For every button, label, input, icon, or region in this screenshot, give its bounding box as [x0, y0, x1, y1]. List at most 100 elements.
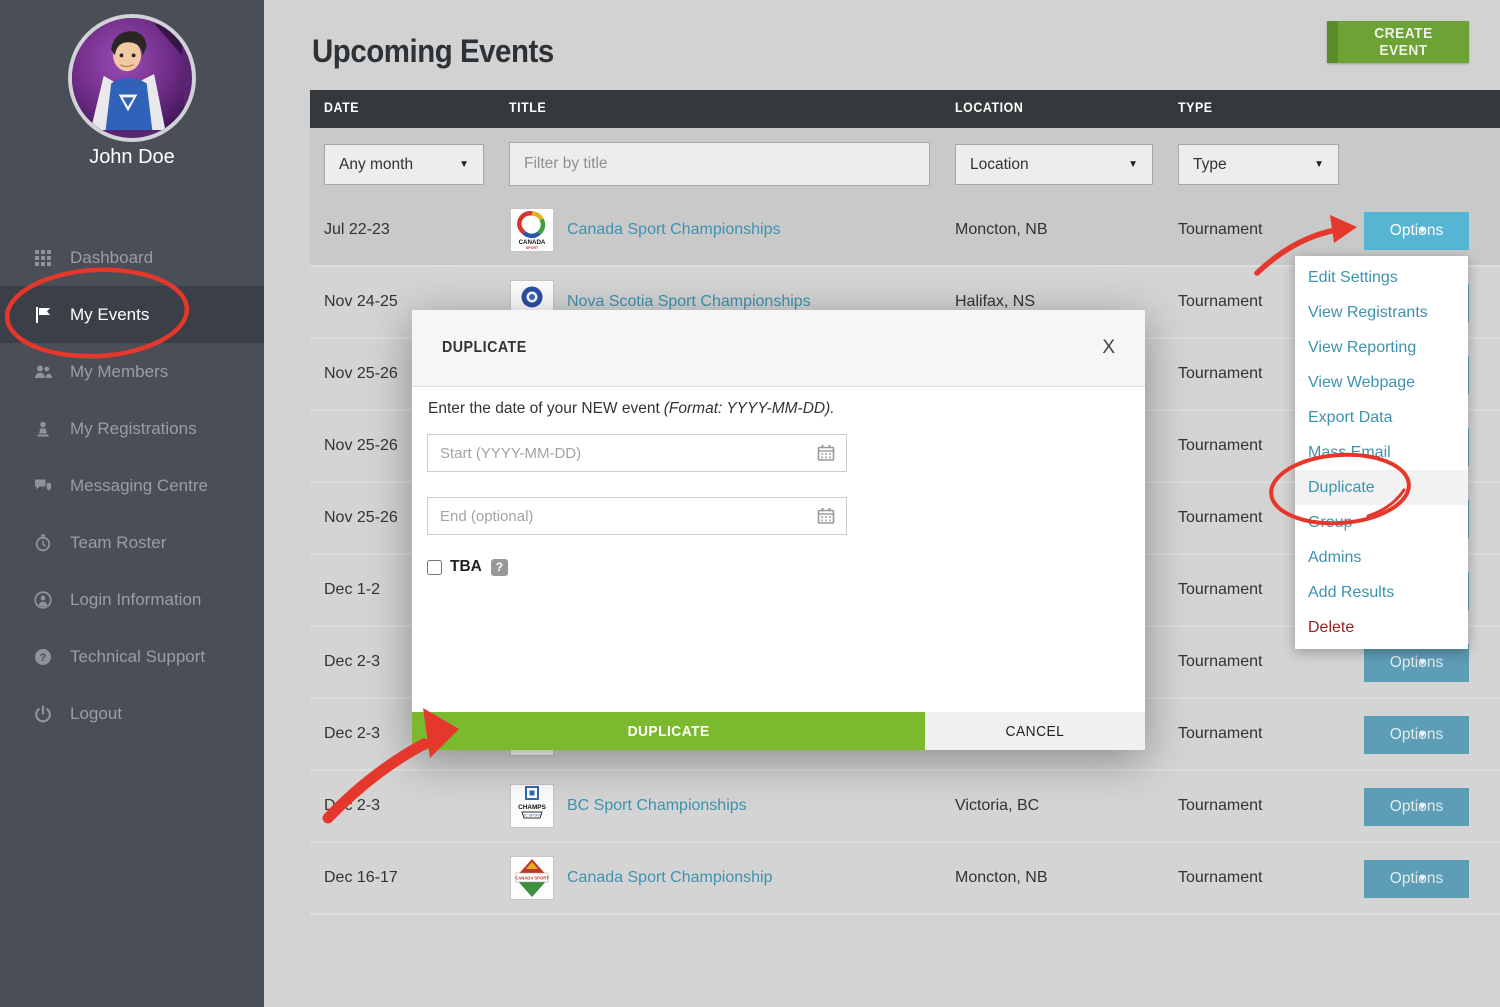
stopwatch-icon — [34, 534, 56, 552]
options-button[interactable]: Options ▼ — [1364, 644, 1469, 682]
avatar-illustration — [72, 18, 184, 130]
event-title-link[interactable]: BC Sport Championships — [567, 797, 747, 815]
chevron-down-icon: ▼ — [1418, 802, 1428, 813]
sidebar-item-label: Login Information — [70, 590, 201, 610]
registration-icon — [34, 420, 56, 438]
menu-item-mass-email[interactable]: Mass Email — [1295, 435, 1468, 470]
table-header: DATE TITLE LOCATION TYPE — [310, 90, 1500, 128]
sidebar-item-label: Dashboard — [70, 248, 153, 268]
sidebar-item-label: Messaging Centre — [70, 476, 208, 496]
create-event-button[interactable]: CREATE EVENT — [1327, 21, 1469, 63]
menu-item-view-registrants[interactable]: View Registrants — [1295, 295, 1468, 330]
options-dropdown-menu: Edit SettingsView RegistrantsView Report… — [1295, 256, 1468, 649]
menu-item-delete[interactable]: Delete — [1295, 610, 1468, 645]
sidebar-item-label: Logout — [70, 704, 122, 724]
event-title-link[interactable]: Canada Sport Championships — [567, 221, 780, 239]
sidebar-item-label: My Members — [70, 362, 168, 382]
column-header-date: DATE — [324, 100, 359, 115]
sidebar-item-label: My Registrations — [70, 419, 197, 439]
event-date: Nov 25-26 — [324, 437, 398, 455]
event-location: Victoria, BC — [955, 797, 1039, 815]
chevron-down-icon: ▼ — [1314, 159, 1324, 170]
event-type: Tournament — [1178, 797, 1263, 815]
table-row: Dec 16-17 CANADA SPORT Canada Sport Cham… — [310, 843, 1500, 915]
close-icon[interactable]: X — [1096, 336, 1121, 360]
flag-icon — [34, 306, 56, 324]
event-date: Dec 1-2 — [324, 581, 380, 599]
event-title-link[interactable]: Canada Sport Championship — [567, 869, 772, 887]
tba-checkbox[interactable] — [427, 560, 442, 575]
modal-footer: DUPLICATE CANCEL — [412, 712, 1145, 750]
event-location: Moncton, NB — [955, 221, 1047, 239]
menu-item-add-results[interactable]: Add Results — [1295, 575, 1468, 610]
menu-item-view-webpage[interactable]: View Webpage — [1295, 365, 1468, 400]
menu-item-export-data[interactable]: Export Data — [1295, 400, 1468, 435]
event-logo: CHAMPS BC SPORT — [510, 784, 554, 828]
duplicate-modal: DUPLICATE X Enter the date of your NEW e… — [412, 310, 1145, 750]
svg-text:CHAMPS: CHAMPS — [518, 804, 546, 811]
sidebar-item-login-information[interactable]: Login Information — [0, 571, 264, 628]
svg-text:BC SPORT: BC SPORT — [523, 814, 542, 818]
table-row: Dec 2-3 CHAMPS BC SPORT BC Sport Champion… — [310, 771, 1500, 843]
chat-icon — [34, 477, 56, 495]
question-circle-icon: ? — [34, 648, 56, 666]
event-title-link[interactable]: Nova Scotia Sport Championships — [567, 293, 811, 311]
help-icon[interactable]: ? — [491, 559, 508, 576]
svg-text:CANADA: CANADA — [519, 239, 546, 246]
svg-text:SPORT: SPORT — [526, 246, 539, 250]
menu-item-edit-settings[interactable]: Edit Settings — [1295, 260, 1468, 295]
column-header-location: LOCATION — [955, 100, 1023, 115]
event-type: Tournament — [1178, 365, 1263, 383]
sidebar-item-label: Team Roster — [70, 533, 166, 553]
sidebar-item-messaging-centre[interactable]: Messaging Centre — [0, 457, 264, 514]
sidebar-item-my-members[interactable]: My Members — [0, 343, 264, 400]
sidebar-item-my-registrations[interactable]: My Registrations — [0, 400, 264, 457]
event-date: Dec 2-3 — [324, 725, 380, 743]
end-date-input[interactable] — [427, 497, 847, 535]
event-type: Tournament — [1178, 725, 1263, 743]
chevron-down-icon: ▼ — [1418, 730, 1428, 741]
duplicate-button[interactable]: DUPLICATE — [412, 712, 925, 750]
sidebar-nav: Dashboard My Events My Members My Regist… — [0, 229, 264, 742]
event-type: Tournament — [1178, 869, 1263, 887]
event-date: Nov 25-26 — [324, 509, 398, 527]
options-button[interactable]: Options ▼ — [1364, 716, 1469, 754]
event-type: Tournament — [1178, 437, 1263, 455]
chevron-down-icon: ▼ — [1418, 874, 1428, 885]
options-button[interactable]: Options ▼ — [1364, 212, 1469, 250]
filter-row: Any month ▼ Location ▼ Type ▼ — [310, 128, 1500, 195]
cancel-button[interactable]: CANCEL — [925, 712, 1145, 750]
options-button[interactable]: Options ▼ — [1364, 860, 1469, 898]
start-date-input[interactable] — [427, 434, 847, 472]
user-circle-icon — [34, 591, 56, 609]
sidebar-item-technical-support[interactable]: ? Technical Support — [0, 628, 264, 685]
sidebar-item-logout[interactable]: Logout — [0, 685, 264, 742]
tba-label: TBA — [450, 558, 482, 576]
sidebar-item-dashboard[interactable]: Dashboard — [0, 229, 264, 286]
page-title: Upcoming Events — [312, 33, 554, 70]
month-filter-select[interactable]: Any month ▼ — [324, 144, 484, 185]
event-date: Dec 2-3 — [324, 797, 380, 815]
menu-item-duplicate[interactable]: Duplicate — [1295, 470, 1468, 505]
sidebar-item-team-roster[interactable]: Team Roster — [0, 514, 264, 571]
type-filter-select[interactable]: Type ▼ — [1178, 144, 1339, 185]
menu-item-group[interactable]: Group — [1295, 505, 1468, 540]
location-filter-select[interactable]: Location ▼ — [955, 144, 1153, 185]
event-date: Nov 24-25 — [324, 293, 398, 311]
options-button[interactable]: Options ▼ — [1364, 788, 1469, 826]
event-type: Tournament — [1178, 221, 1263, 239]
menu-item-view-reporting[interactable]: View Reporting — [1295, 330, 1468, 365]
menu-item-admins[interactable]: Admins — [1295, 540, 1468, 575]
modal-title: DUPLICATE — [442, 339, 527, 357]
tba-row: TBA ? — [427, 558, 508, 576]
sidebar-item-my-events[interactable]: My Events — [0, 286, 264, 343]
users-icon — [34, 363, 56, 381]
event-type: Tournament — [1178, 509, 1263, 527]
column-header-type: TYPE — [1178, 100, 1213, 115]
title-filter-input[interactable] — [509, 142, 930, 186]
avatar — [68, 14, 196, 142]
sidebar: John Doe Dashboard My Events My Members … — [0, 0, 264, 1007]
event-date: Jul 22-23 — [324, 221, 390, 239]
event-type: Tournament — [1178, 581, 1263, 599]
chevron-down-icon: ▼ — [1418, 226, 1428, 237]
